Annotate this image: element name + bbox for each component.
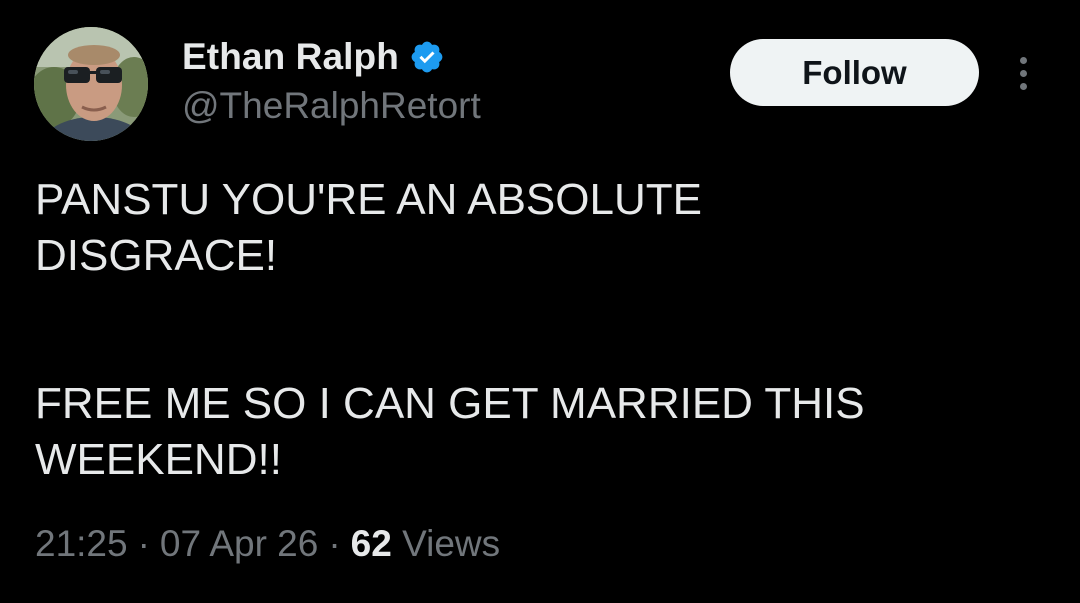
author-name-row: Ethan Ralph [182, 34, 445, 80]
avatar[interactable] [34, 27, 148, 141]
author-handle[interactable]: @TheRalphRetort [182, 84, 481, 128]
tweet-line: WEEKEND!! [35, 435, 282, 484]
views-count: 62 [350, 523, 392, 564]
tweet-meta: 21:25 · 07 Apr 26 · 62 Views [35, 520, 500, 568]
more-options-icon[interactable] [1006, 48, 1040, 98]
verified-badge-icon[interactable] [409, 39, 445, 75]
author-display-name[interactable]: Ethan Ralph [182, 34, 399, 80]
tweet-line: FREE ME SO I CAN GET MARRIED THIS [35, 379, 865, 428]
tweet-line: PANSTU YOU'RE AN ABSOLUTE [35, 175, 702, 224]
tweet-text: PANSTU YOU'RE AN ABSOLUTE DISGRACE! FREE… [35, 172, 1045, 488]
follow-button[interactable]: Follow [730, 39, 979, 106]
tweet-card: Ethan Ralph @TheRalphRetort Follow PANST… [0, 0, 1080, 603]
tweet-paragraph: PANSTU YOU'RE AN ABSOLUTE DISGRACE! [35, 172, 1045, 284]
meta-separator: · [328, 523, 341, 564]
tweet-date[interactable]: 07 Apr 26 [160, 523, 318, 564]
tweet-line: DISGRACE! [35, 231, 278, 280]
views-label: Views [402, 523, 501, 564]
tweet-time[interactable]: 21:25 [35, 523, 128, 564]
more-dot [1019, 69, 1027, 77]
tweet-paragraph: FREE ME SO I CAN GET MARRIED THIS WEEKEN… [35, 376, 1045, 488]
more-dot [1019, 56, 1027, 64]
avatar-photo [34, 27, 148, 141]
meta-separator: · [137, 523, 150, 564]
more-dot [1019, 82, 1027, 90]
